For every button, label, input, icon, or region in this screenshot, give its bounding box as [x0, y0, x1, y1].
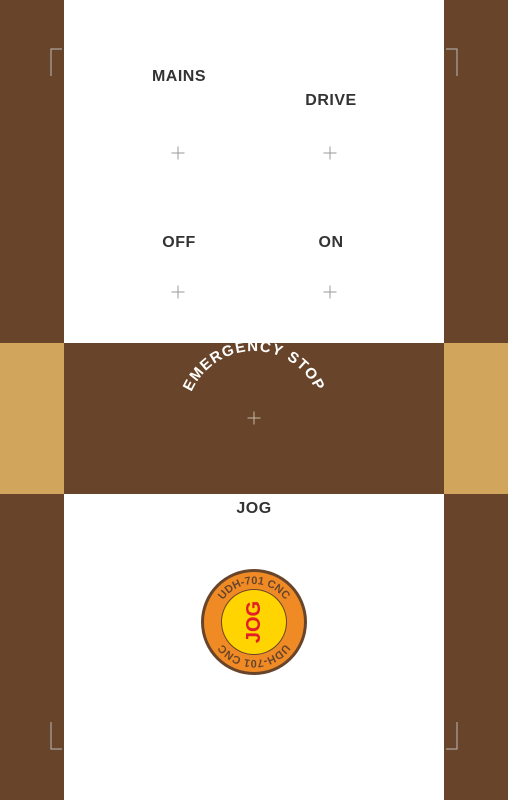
drive-switch-marker[interactable]: [323, 146, 337, 160]
svg-text:EMERGENCY STOP: EMERGENCY STOP: [180, 343, 328, 394]
jog-label: JOG: [236, 500, 272, 517]
drive-label: DRIVE: [305, 92, 357, 109]
emergency-stop-marker[interactable]: [247, 411, 261, 425]
off-button-marker[interactable]: [171, 285, 185, 299]
mains-label: MAINS: [151, 68, 207, 85]
off-label: OFF: [162, 234, 196, 251]
jog-badge[interactable]: UDH-701 CNC UDH-701 CNC JOG: [199, 567, 309, 677]
on-button-marker[interactable]: [323, 285, 337, 299]
crop-mark-top-left: [50, 48, 62, 76]
emergency-stop-text: EMERGENCY STOP: [180, 343, 327, 394]
right-accent-block: [444, 343, 508, 494]
mains-switch-marker[interactable]: [171, 146, 185, 160]
crop-mark-bottom-right: [446, 722, 458, 750]
left-accent-block: [0, 343, 64, 494]
jog-badge-center-text: JOG: [243, 601, 265, 643]
crop-mark-bottom-left: [50, 722, 62, 750]
on-label: ON: [318, 234, 344, 251]
crop-mark-top-right: [446, 48, 458, 76]
top-panel: [64, 0, 444, 343]
